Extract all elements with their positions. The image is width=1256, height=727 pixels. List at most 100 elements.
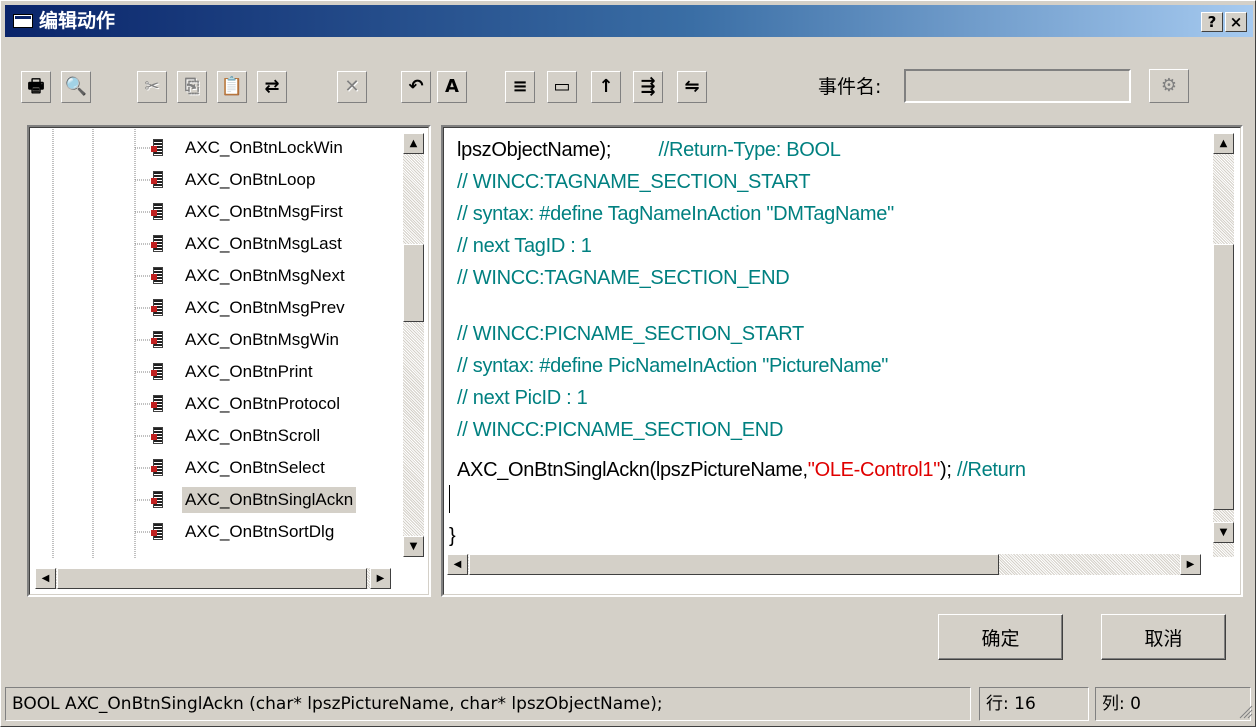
tree-scroll-up-button[interactable]: ▲ xyxy=(403,133,424,154)
tree-item-label: AXC_OnBtnMsgLast xyxy=(185,234,342,253)
help-button[interactable]: ? xyxy=(1201,12,1223,32)
window-title: 编辑动作 xyxy=(39,10,116,32)
paste-special-button[interactable]: ⇄ xyxy=(257,71,287,103)
tree-item-label: AXC_OnBtnMsgPrev xyxy=(185,298,345,317)
undo-button[interactable]: ↶ xyxy=(401,71,431,103)
settings-icon: ⇋ xyxy=(684,76,700,97)
print-icon: 🖶 xyxy=(27,76,45,97)
tree-item[interactable]: AXC_OnBtnSortDlg xyxy=(151,519,337,545)
tree-scroll-left-button[interactable]: ◀ xyxy=(35,568,56,589)
title-bar[interactable]: 编辑动作 ? × xyxy=(5,5,1253,37)
function-icon xyxy=(151,490,167,510)
code-text: AXC_OnBtnSinglAckn(lpszPictureName, xyxy=(457,459,808,481)
tree-item-label: AXC_OnBtnLoop xyxy=(185,170,316,189)
function-icon xyxy=(151,394,167,414)
replace-icon: A xyxy=(445,76,459,97)
function-icon xyxy=(151,202,167,222)
print-preview-button[interactable]: 🔍 xyxy=(61,71,91,103)
paste-special-icon: ⇄ xyxy=(264,76,280,97)
paste-button[interactable]: 📋 xyxy=(217,71,247,103)
undo-icon: ↶ xyxy=(408,76,424,97)
code-line-1: lpszObjectName); //Return-Type: BOOL xyxy=(457,135,841,165)
function-icon xyxy=(151,362,167,382)
cut-button[interactable]: ✂ xyxy=(137,71,167,103)
copy-icon: ⎘ xyxy=(184,76,200,97)
code-comment: //Return-Type: BOOL xyxy=(658,139,841,161)
tree-item-label: AXC_OnBtnProtocol xyxy=(185,394,340,413)
code-line-3: // syntax: #define TagNameInAction "DMTa… xyxy=(457,203,894,225)
code-line-9: // next PicID : 1 xyxy=(457,387,588,409)
code-line-13: } xyxy=(449,525,456,547)
code-line-5: // WINCC:TAGNAME_SECTION_END xyxy=(457,267,790,289)
event-settings-button[interactable]: ⚙ xyxy=(1149,69,1189,103)
function-icon xyxy=(151,138,167,158)
tree-item-label: AXC_OnBtnPrint xyxy=(185,362,313,381)
tree-item-label: AXC_OnBtnLockWin xyxy=(185,138,343,157)
tree-item-label: AXC_OnBtnMsgFirst xyxy=(185,202,343,221)
status-row: 行: 16 xyxy=(979,687,1089,721)
delete-button[interactable]: ✕ xyxy=(337,71,367,103)
editor-scroll-thumb[interactable] xyxy=(1213,244,1234,510)
tree-scroll-down-button[interactable]: ▼ xyxy=(403,536,424,557)
editor-scroll-right-button[interactable]: ▶ xyxy=(1180,554,1201,575)
resize-grip-icon[interactable] xyxy=(1237,703,1253,719)
tree-item[interactable]: AXC_OnBtnLockWin xyxy=(151,135,346,161)
function-icon xyxy=(151,426,167,446)
import-button[interactable]: ↑ xyxy=(591,71,621,103)
copy-button[interactable]: ⎘ xyxy=(177,71,207,103)
tree-scroll-right-button[interactable]: ▶ xyxy=(370,568,391,589)
tree-item[interactable]: AXC_OnBtnSinglAckn xyxy=(151,487,357,513)
tree-item[interactable]: AXC_OnBtnSelect xyxy=(151,455,328,481)
import-icon: ↑ xyxy=(598,76,614,97)
code-line-2: // WINCC:TAGNAME_SECTION_START xyxy=(457,171,811,193)
settings-button[interactable]: ⇋ xyxy=(677,71,707,103)
print-preview-icon: 🔍 xyxy=(64,76,88,97)
tree-item[interactable]: AXC_OnBtnProtocol xyxy=(151,391,343,417)
tree-item-label: AXC_OnBtnSortDlg xyxy=(185,522,335,541)
status-text: BOOL AXC_OnBtnSinglAckn (char* lpszPictu… xyxy=(5,687,971,721)
code-line-10: // WINCC:PICNAME_SECTION_END xyxy=(457,419,784,441)
tree-vertical-scrollbar[interactable] xyxy=(403,133,424,557)
code-line-11: AXC_OnBtnSinglAckn(lpszPictureName,"OLE-… xyxy=(457,455,1026,485)
replace-button[interactable]: A xyxy=(437,71,467,103)
tree-item-label: AXC_OnBtnMsgWin xyxy=(185,330,339,349)
editor-hscroll-thumb[interactable] xyxy=(469,554,999,575)
tree-item-label: AXC_OnBtnSinglAckn xyxy=(182,487,357,513)
ok-button[interactable]: 确定 xyxy=(938,614,1063,660)
paste-icon: 📋 xyxy=(220,76,244,97)
tree-item[interactable]: AXC_OnBtnMsgWin xyxy=(151,327,342,353)
print-button[interactable]: 🖶 xyxy=(21,71,51,103)
cancel-button[interactable]: 取消 xyxy=(1101,614,1226,660)
tree-item[interactable]: AXC_OnBtnMsgPrev xyxy=(151,295,348,321)
tree-item-label: AXC_OnBtnScroll xyxy=(185,426,321,445)
tree-item[interactable]: AXC_OnBtnMsgLast xyxy=(151,231,345,257)
tree-item[interactable]: AXC_OnBtnPrint xyxy=(151,359,316,385)
editor-scroll-left-button[interactable]: ◀ xyxy=(447,554,468,575)
tree-item[interactable]: AXC_OnBtnMsgFirst xyxy=(151,199,346,225)
function-icon xyxy=(151,266,167,286)
editor-scroll-up-button[interactable]: ▲ xyxy=(1213,133,1234,154)
close-button[interactable]: × xyxy=(1225,12,1247,32)
tree-item-label: AXC_OnBtnSelect xyxy=(185,458,325,477)
tree-hscroll-thumb[interactable] xyxy=(57,568,367,589)
function-icon xyxy=(151,298,167,318)
cut-icon: ✂ xyxy=(144,76,160,97)
tree-item[interactable]: AXC_OnBtnMsgNext xyxy=(151,263,348,289)
code-line-4: // next TagID : 1 xyxy=(457,235,592,257)
code-editor[interactable]: lpszObjectName); //Return-Type: BOOL // … xyxy=(445,129,1213,559)
tree-item[interactable]: AXC_OnBtnLoop xyxy=(151,167,318,193)
event-name-label: 事件名: xyxy=(818,76,882,98)
compile-button[interactable]: ≡ xyxy=(505,71,535,103)
event-name-field[interactable] xyxy=(904,69,1131,103)
tree-scroll-thumb[interactable] xyxy=(403,244,424,322)
tree-item[interactable]: AXC_OnBtnScroll xyxy=(151,423,323,449)
code-text: lpszObjectName); xyxy=(457,139,612,161)
text-cursor xyxy=(449,485,450,513)
wrench-icon: ⚙ xyxy=(1160,75,1178,96)
function-icon xyxy=(151,522,167,542)
editor-scroll-down-button[interactable]: ▼ xyxy=(1213,522,1234,543)
code-text: ); xyxy=(940,459,952,481)
export-button[interactable]: ⇶ xyxy=(633,71,663,103)
function-icon xyxy=(151,330,167,350)
open-button[interactable]: ▭ xyxy=(547,71,577,103)
